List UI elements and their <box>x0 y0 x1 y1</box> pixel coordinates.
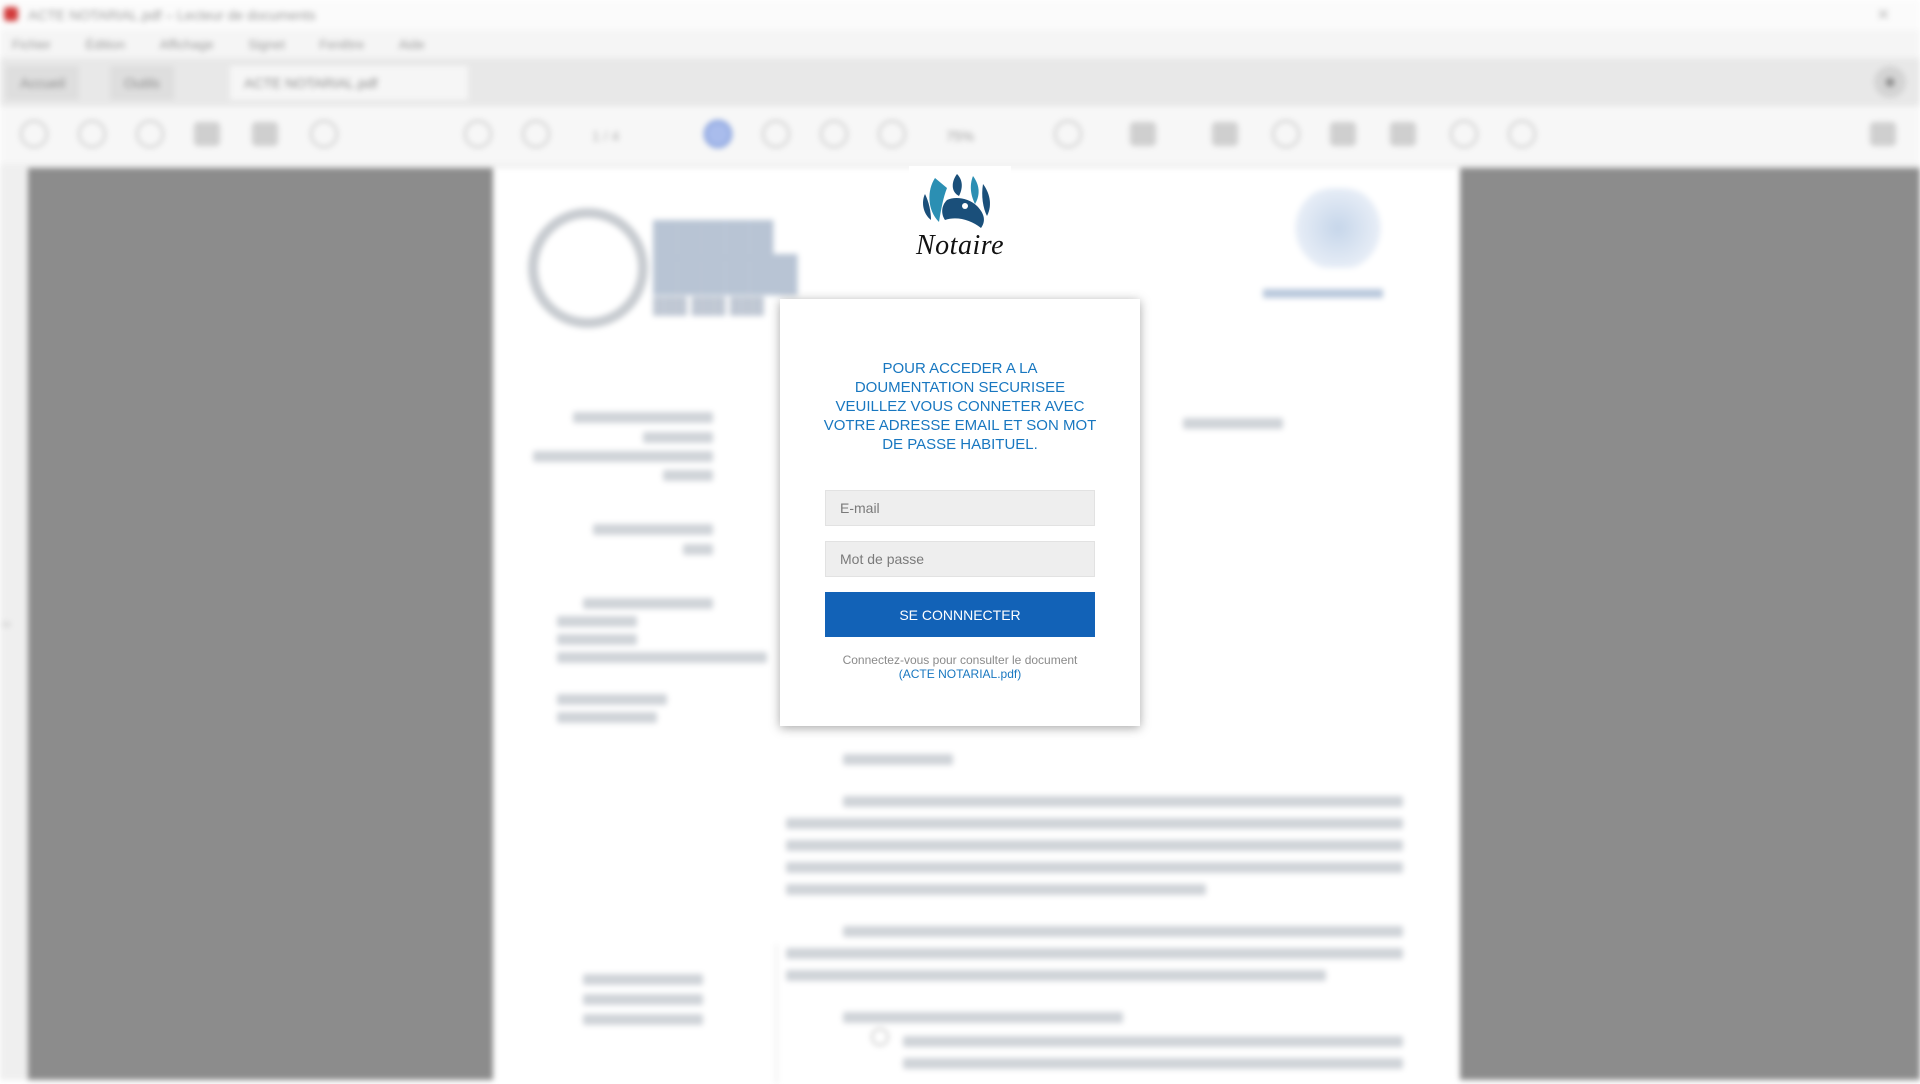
viewer-gutter-right <box>1460 168 1920 1080</box>
notaire-logo-text: Notaire <box>915 230 1005 261</box>
menu-item-file[interactable]: Fichier <box>12 37 51 52</box>
hand-tool-icon[interactable] <box>762 120 790 148</box>
text-line <box>643 432 713 443</box>
camera-icon[interactable] <box>252 122 278 146</box>
text-line <box>843 926 1403 937</box>
notaire-emblem-icon <box>923 174 990 228</box>
toolbar: 1 / 4 75% <box>0 106 1920 164</box>
text-line <box>583 1014 703 1025</box>
tab-bar: Accueil Outils ACTE NOTARIAL.pdf ● <box>0 58 1920 106</box>
page-up-icon[interactable] <box>464 120 492 148</box>
office-logo-subtext: ███ ███ ███ <box>653 298 764 315</box>
text-line <box>843 754 953 765</box>
text-line <box>1183 418 1283 429</box>
text-line <box>683 544 713 555</box>
select-cursor-icon[interactable] <box>704 120 732 148</box>
zoom-level[interactable]: 75% <box>946 128 974 144</box>
side-panel-toggle-icon[interactable]: ‹› <box>2 616 11 631</box>
email-input[interactable] <box>825 490 1095 526</box>
zoom-in-icon[interactable] <box>878 120 906 148</box>
menu-item-help[interactable]: Aide <box>399 37 425 52</box>
text-line <box>573 412 713 423</box>
text-line <box>786 970 1326 981</box>
text-line <box>786 862 1403 873</box>
login-hint: Connectez-vous pour consulter le documen… <box>842 653 1078 667</box>
print-icon[interactable] <box>136 120 164 148</box>
text-line <box>583 994 703 1005</box>
stamp-icon[interactable] <box>1330 122 1356 146</box>
office-logo-text: █████ ██████ <box>653 221 798 293</box>
tab-tools[interactable]: Outils <box>110 66 174 100</box>
menu-item-window[interactable]: Fenêtre <box>319 37 364 52</box>
app-logo-icon <box>4 7 18 21</box>
text-line <box>557 616 637 627</box>
document-name: (ACTE NOTARIAL.pdf) <box>898 667 1022 681</box>
tools-panel-icon[interactable] <box>1870 122 1896 146</box>
login-card: POUR ACCEDER A LA DOUMENTATION SECURISEE… <box>780 299 1140 726</box>
text-line <box>557 652 767 663</box>
search-icon[interactable] <box>310 120 338 148</box>
document-checkbox <box>871 1028 889 1046</box>
attach-icon[interactable] <box>1450 120 1478 148</box>
menu-item-edit[interactable]: Édition <box>85 37 125 52</box>
highlight-icon[interactable] <box>1212 122 1238 146</box>
more-tools-icon[interactable] <box>1508 120 1536 148</box>
login-heading: POUR ACCEDER A LA DOUMENTATION SECURISEE… <box>823 360 1097 453</box>
tab-home[interactable]: Accueil <box>6 66 80 100</box>
office-seal-logo <box>528 208 648 328</box>
comment-icon[interactable] <box>1130 122 1156 146</box>
menu-bar: Fichier Édition Affichage Signet Fenêtre… <box>0 30 1920 58</box>
text-line <box>843 796 1403 807</box>
faded-notaire-logo: ▬▬▬▬ <box>1263 272 1383 305</box>
text-line <box>786 840 1403 851</box>
login-button[interactable]: SE CONNNECTER <box>825 592 1095 637</box>
text-line <box>786 948 1403 959</box>
text-line <box>663 470 713 481</box>
sign-icon[interactable] <box>1272 120 1300 148</box>
window-titlebar: ACTE NOTARIAL.pdf – Lecteur de documents… <box>0 0 1920 30</box>
share-icon[interactable] <box>1390 122 1416 146</box>
menu-item-bookmark[interactable]: Signet <box>248 37 285 52</box>
email-icon[interactable] <box>194 122 220 146</box>
text-line <box>903 1036 1403 1047</box>
text-line <box>786 884 1206 895</box>
text-line <box>593 524 713 535</box>
tab-document[interactable]: ACTE NOTARIAL.pdf <box>230 66 468 100</box>
password-input[interactable] <box>825 541 1095 577</box>
viewer-gutter-left <box>28 168 493 1080</box>
notaire-logo: Notaire <box>909 166 1011 268</box>
text-line <box>533 451 713 462</box>
zoom-out-icon[interactable] <box>820 120 848 148</box>
text-line <box>843 1012 1123 1023</box>
text-line <box>583 598 713 609</box>
user-icon[interactable]: ● <box>1874 66 1906 98</box>
faded-notaire-emblem <box>1293 188 1383 268</box>
text-line <box>557 712 657 723</box>
text-line <box>786 818 1403 829</box>
upload-icon[interactable] <box>78 120 106 148</box>
page-down-icon[interactable] <box>522 120 550 148</box>
window-title: ACTE NOTARIAL.pdf – Lecteur de documents <box>28 7 316 23</box>
text-line <box>583 974 703 985</box>
text-line <box>557 634 637 645</box>
menu-item-view[interactable]: Affichage <box>160 37 214 52</box>
text-line <box>557 694 667 705</box>
page-indicator: 1 / 4 <box>592 128 620 144</box>
text-line <box>903 1058 1403 1069</box>
margin-line <box>776 944 777 1084</box>
fit-page-icon[interactable] <box>1054 120 1082 148</box>
close-icon[interactable]: ✕ <box>1877 5 1890 25</box>
save-icon[interactable] <box>20 120 48 148</box>
